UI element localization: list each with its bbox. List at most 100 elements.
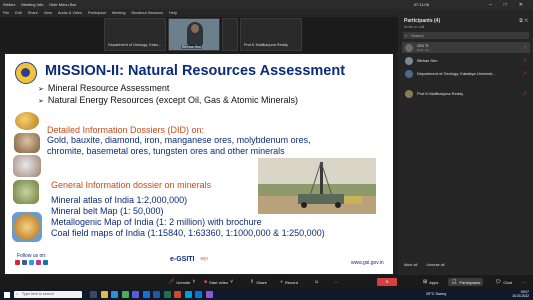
windows-taskbar: ⌕ Type here to search 29°C Sunny 09:07 1…	[0, 289, 533, 300]
menu-view[interactable]: View	[44, 11, 52, 15]
gsi-logo-icon	[15, 62, 37, 84]
slide-bullets: ➢ Mineral Resource Assessment ➢ Natural En…	[38, 83, 298, 107]
website-url: www.gsi.gov.in	[351, 260, 384, 266]
windows-start-icon[interactable]	[4, 292, 10, 298]
linkedin-icon	[43, 260, 48, 265]
record-icon: ●	[280, 279, 284, 285]
close-panel-icon[interactable]: ✕	[524, 18, 528, 24]
store-icon[interactable]	[132, 291, 139, 298]
follow-us-label: Follow us on:	[17, 253, 47, 259]
muted-mic-icon[interactable]: 🎤︎	[522, 91, 527, 96]
menu-share[interactable]: Share	[28, 11, 38, 15]
task-view-icon[interactable]	[90, 291, 97, 298]
participant-row[interactable]: GSI TI Host, me 🎤︎	[402, 42, 530, 53]
chrome-icon[interactable]	[121, 291, 129, 298]
video-tile-active[interactable]: Bibhas Sen	[168, 18, 220, 51]
section1-text: Gold, bauxite, diamond, iron, manganese …	[47, 135, 311, 156]
video-off-icon: ■	[204, 279, 208, 285]
hide-menu-bar-link[interactable]: Hide Menu Bar	[49, 2, 76, 7]
powerpoint-icon[interactable]	[174, 291, 181, 298]
instagram-icon	[36, 260, 41, 265]
muted-mic-icon[interactable]: 🎤︎	[522, 58, 527, 63]
section2-heading: General Information dossier on minerals	[51, 180, 212, 190]
video-tile[interactable]	[222, 18, 238, 51]
ore-sample-image	[14, 133, 40, 153]
word-icon[interactable]	[153, 291, 160, 298]
emoji-icon: ☺	[314, 279, 320, 285]
avatar	[405, 43, 413, 52]
chevron-down-icon: ˅	[192, 279, 196, 285]
muted-mic-icon[interactable]: 🎤︎	[522, 71, 527, 76]
maximize-icon[interactable]: □	[504, 2, 507, 8]
social-icons	[15, 260, 48, 265]
webex-title: Webex	[3, 2, 16, 7]
record-button[interactable]: ● Record	[280, 278, 298, 286]
app-icon[interactable]	[205, 291, 213, 298]
avatar	[405, 69, 413, 78]
participant-video	[187, 22, 203, 46]
title-bar: Webex Meeting Info Hide Menu Bar 07:11:0…	[0, 0, 533, 9]
participant-name: Bibhas Sen	[417, 58, 438, 63]
chat-button[interactable]: 💬︎ Chat	[495, 278, 512, 286]
apps-icon: ⊞	[423, 279, 428, 285]
participant-row[interactable]: Prof.K.Mallikarjuna Reddy 🎤︎	[402, 88, 530, 99]
close-icon[interactable]: ✕	[519, 2, 523, 8]
share-button[interactable]: ⇪ Share	[250, 278, 267, 286]
participant-row[interactable]: Department of Geology, Kakatiya Universi…	[402, 68, 530, 79]
menu-help[interactable]: Help	[169, 11, 177, 15]
weather-widget[interactable]: 29°C Sunny	[426, 292, 446, 296]
excel-icon[interactable]	[163, 291, 171, 298]
popout-icon[interactable]: ⧉	[519, 18, 523, 24]
bullet-item: ➢ Mineral Resource Assessment	[38, 83, 170, 93]
participant-row[interactable]: Bibhas Sen 🎤︎	[402, 55, 530, 66]
bullet-item: ➢ Natural Energy Resources (except Oil, G…	[38, 95, 298, 105]
menu-participant[interactable]: Participant	[88, 11, 106, 15]
unmute-all-button[interactable]: Unmute all	[426, 263, 444, 267]
meeting-info-link[interactable]: Meeting Info	[21, 2, 43, 7]
webex-window: Webex Meeting Info Hide Menu Bar 07:11:0…	[0, 0, 533, 300]
more-button[interactable]: ···	[522, 278, 526, 286]
file-explorer-icon[interactable]	[100, 291, 108, 298]
rock-image	[13, 180, 39, 204]
arrow-bullet-icon: ➢	[38, 98, 44, 105]
unmute-button[interactable]: 🎤︎ Unmute ˅	[168, 278, 195, 286]
share-icon: ⇪	[250, 279, 255, 285]
start-video-button[interactable]: ■ Start video ˅	[204, 278, 233, 286]
participants-panel: Participants (4) ⧉ ✕ Invite or call ⌕ Se…	[398, 9, 533, 275]
menu-file[interactable]: File	[3, 11, 9, 15]
video-tile[interactable]: Department of Geology, Kaka...	[104, 18, 166, 51]
menu-edit[interactable]: Edit	[15, 11, 22, 15]
shared-slide: MISSION-II: Natural Resources Assessment…	[5, 54, 393, 274]
avatar	[405, 56, 413, 65]
webex-icon[interactable]	[184, 291, 192, 298]
more-options-button[interactable]: ···	[334, 278, 338, 286]
participants-button[interactable]: 👤︎ Participants	[448, 278, 484, 286]
apps-button[interactable]: ⊞ Apps	[423, 278, 438, 286]
minimize-icon[interactable]: –	[489, 2, 492, 8]
menu-meeting[interactable]: Meeting	[112, 11, 126, 15]
edge-icon[interactable]	[111, 291, 118, 298]
tile-name: Prof.K.Mallikarjuna Reddy	[244, 43, 288, 47]
end-meeting-button[interactable]: ✕	[377, 278, 397, 286]
taskbar-search-input[interactable]: ⌕ Type here to search	[14, 291, 82, 298]
participant-search-input[interactable]: ⌕ Search	[403, 32, 529, 39]
search-icon: ⌕	[405, 33, 408, 38]
section2-text: Mineral atlas of India 1:2,000,000) Mine…	[51, 195, 325, 238]
menu-breakout-sessions[interactable]: Breakout Sessions	[131, 11, 163, 15]
muted-mic-icon[interactable]: 🎤︎	[522, 45, 527, 50]
reactions-button[interactable]: ☺	[314, 278, 319, 286]
invite-link[interactable]: Invite or call	[404, 25, 424, 29]
mute-all-button[interactable]: Mute all	[404, 263, 417, 267]
tile-name: Department of Geology, Kaka...	[108, 43, 161, 47]
participants-header: Participants (4)	[404, 18, 441, 24]
meeting-controls: 🎤︎ Unmute ˅ ■ Start video ˅ ⇪ Share ● Reco…	[0, 275, 533, 289]
youtube-icon	[15, 260, 20, 265]
mail-icon[interactable]	[142, 291, 150, 298]
participant-role: Host, me	[417, 48, 430, 52]
video-tile[interactable]: Prof.K.Mallikarjuna Reddy	[240, 18, 302, 51]
system-clock[interactable]: 09:07 15-03-2022	[512, 290, 529, 298]
menu-audio-video[interactable]: Audio & Video	[58, 11, 82, 15]
meeting-clock: 07:11:06	[413, 2, 429, 7]
arrow-bullet-icon: ➢	[38, 86, 44, 93]
photos-icon[interactable]	[195, 291, 202, 298]
